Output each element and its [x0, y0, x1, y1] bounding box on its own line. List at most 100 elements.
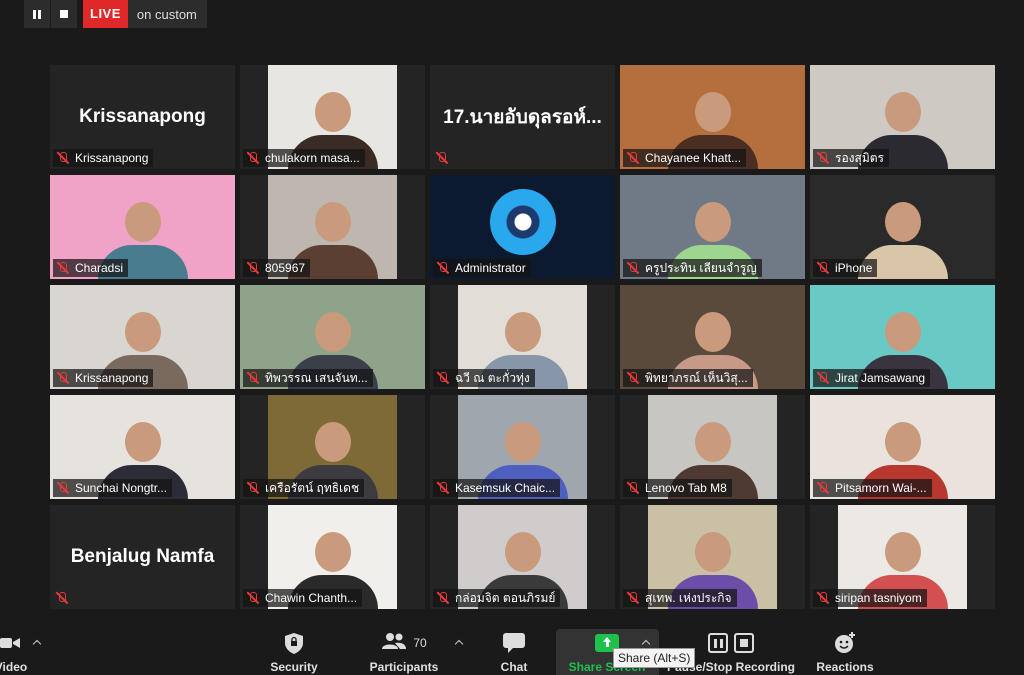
stop-recording-icon[interactable] [734, 633, 754, 653]
video-label: Video [0, 660, 28, 674]
participants-options-caret[interactable] [454, 639, 464, 649]
participant-name-bar: Lenovo Tab M8 [623, 479, 732, 497]
participant-tile[interactable]: 17.นายอับดุลรอห์... [430, 65, 615, 169]
participant-name: Administrator [455, 261, 526, 275]
reactions-button[interactable]: Reactions [814, 623, 876, 675]
participant-name-bar: Krissanapong [53, 369, 154, 387]
participant-tile[interactable]: Chawin Chanth... [240, 505, 425, 609]
participant-name-bar: Chayanee Khatt... [623, 149, 747, 167]
share-tooltip: Share (Alt+S) [613, 648, 696, 668]
stop-recording-button[interactable] [51, 0, 77, 28]
mic-muted-icon [816, 371, 830, 385]
participant-name: Kasemsuk Chaic... [455, 481, 556, 495]
participant-name: Chawin Chanth... [265, 591, 358, 605]
participant-tile[interactable]: ครูประทิน เลียนจำรูญ [620, 175, 805, 279]
participant-name-bar: Administrator [433, 259, 531, 277]
participant-silhouette [124, 312, 161, 353]
participant-name-bar: siripan tasniyom [813, 589, 927, 607]
participant-silhouette [884, 312, 921, 353]
live-badge[interactable]: LIVE on custom [83, 0, 207, 28]
participant-tile[interactable]: Benjalug Namfa [50, 505, 235, 609]
reactions-icon [834, 630, 856, 656]
participant-tile[interactable]: 805967 [240, 175, 425, 279]
participant-tile[interactable]: siripan tasniyom [810, 505, 995, 609]
mic-muted-icon [246, 481, 260, 495]
participant-name-bar: Pitsamorn Wai-... [813, 479, 932, 497]
mic-muted-icon [816, 591, 830, 605]
participant-tile[interactable]: ฉวี ณ ตะกั่วทุ่ง [430, 285, 615, 389]
participant-silhouette [884, 202, 921, 243]
mic-muted-icon [56, 371, 70, 385]
participant-name: Charadsi [75, 261, 124, 275]
participant-name: Jirat Jamsawang [835, 371, 926, 385]
participant-silhouette [314, 312, 351, 353]
participant-tile[interactable]: Administrator [430, 175, 615, 279]
participant-silhouette [694, 312, 731, 353]
pause-recording-icon[interactable] [708, 633, 728, 653]
participant-tile[interactable]: Sunchai Nongtr... [50, 395, 235, 499]
participant-tile[interactable]: พิทยาภรณ์ เห็นวิสุ... [620, 285, 805, 389]
participant-tile[interactable]: Kasemsuk Chaic... [430, 395, 615, 499]
participant-tile[interactable]: Krissanapong [50, 285, 235, 389]
participant-name-bar: รองสุมิตร [813, 149, 889, 167]
participant-tile[interactable]: ทิพวรรณ เสนจันท... [240, 285, 425, 389]
participant-tile[interactable]: chulakorn masa... [240, 65, 425, 169]
chat-icon [503, 630, 525, 656]
participant-tile[interactable]: Krissanapong Krissanapong [50, 65, 235, 169]
participant-name-bar: Sunchai Nongtr... [53, 479, 173, 497]
mic-muted-icon [246, 261, 260, 275]
video-button[interactable]: Video [0, 623, 36, 675]
participant-tile[interactable]: Charadsi [50, 175, 235, 279]
mic-muted-icon [816, 261, 830, 275]
participant-tile[interactable]: รองสุมิตร [810, 65, 995, 169]
participant-tile[interactable]: Pitsamorn Wai-... [810, 395, 995, 499]
live-tag: LIVE [83, 0, 128, 28]
participant-name-bar: สุเทพ. เห่งประกิจ [623, 589, 737, 607]
meeting-toolbar: Video Security 70 Participants Chat Shar… [0, 623, 1024, 675]
mic-muted-icon [56, 151, 70, 165]
participant-tile[interactable]: กล่อมจิต ตอนภิรมย์ [430, 505, 615, 609]
participant-silhouette [314, 532, 351, 573]
participant-name-bar: 805967 [243, 259, 311, 277]
mic-muted-icon [626, 481, 640, 495]
participant-name-bar: Jirat Jamsawang [813, 369, 931, 387]
participant-silhouette [504, 532, 541, 573]
mic-muted-icon [56, 261, 70, 275]
mic-muted-icon [56, 481, 70, 495]
gallery-grid: Krissanapong Krissanapong chulakorn masa..… [50, 65, 995, 609]
security-label: Security [270, 660, 318, 674]
pause-icon [33, 9, 41, 19]
participant-name-bar: พิทยาภรณ์ เห็นวิสุ... [623, 369, 753, 387]
participant-name: Chayanee Khatt... [645, 151, 742, 165]
mic-muted-icon [626, 151, 640, 165]
security-button[interactable]: Security [262, 623, 326, 675]
mic-muted-icon [55, 591, 69, 605]
mic-muted-icon [436, 371, 450, 385]
participant-silhouette [694, 532, 731, 573]
chat-label: Chat [500, 660, 528, 674]
participant-tile[interactable]: เครือรัตน์ ฤทธิเดช [240, 395, 425, 499]
participants-label: Participants [369, 660, 439, 674]
participant-tile[interactable]: สุเทพ. เห่งประกิจ [620, 505, 805, 609]
participant-silhouette [884, 92, 921, 133]
participant-silhouette [694, 422, 731, 463]
reactions-label: Reactions [816, 660, 874, 674]
participant-tile[interactable]: Lenovo Tab M8 [620, 395, 805, 499]
mic-muted-icon [246, 371, 260, 385]
participant-name: สุเทพ. เห่งประกิจ [645, 590, 732, 605]
mic-muted-icon [436, 481, 450, 495]
participant-tile[interactable]: Chayanee Khatt... [620, 65, 805, 169]
participant-name-bar: Chawin Chanth... [243, 589, 363, 607]
participants-icon [381, 632, 407, 655]
pause-recording-button[interactable] [24, 0, 50, 28]
participant-silhouette [314, 92, 351, 133]
participant-tile[interactable]: Jirat Jamsawang [810, 285, 995, 389]
mic-muted-icon [626, 261, 640, 275]
participant-silhouette [694, 92, 731, 133]
chat-button[interactable]: Chat [492, 623, 536, 675]
participants-button[interactable]: 70 Participants [366, 623, 442, 675]
stop-icon [60, 10, 68, 18]
participant-name: ฉวี ณ ตะกั่วทุ่ง [455, 370, 530, 385]
participant-tile[interactable]: iPhone [810, 175, 995, 279]
participant-display-name: 17.นายอับดุลรอห์... [443, 107, 602, 128]
